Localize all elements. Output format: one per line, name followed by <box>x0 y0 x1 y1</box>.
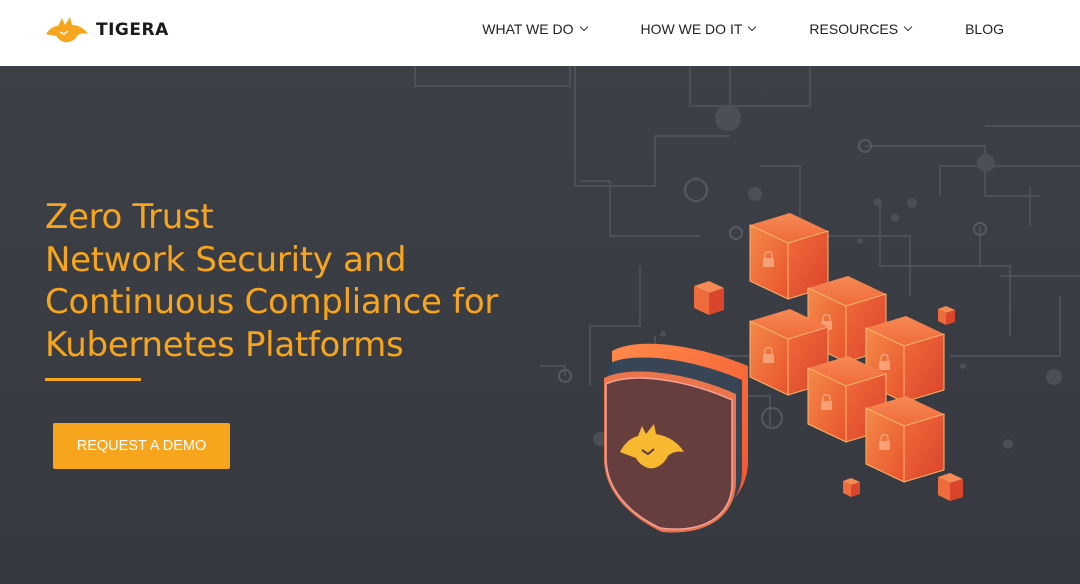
nav-blog[interactable]: BLOG <box>965 21 1004 37</box>
shield-icon <box>604 343 748 533</box>
nav-what-we-do[interactable]: WHAT WE DO <box>482 21 588 37</box>
request-demo-button[interactable]: REQUEST A DEMO <box>53 423 230 469</box>
top-nav-bar: TIGERA WHAT WE DO HOW WE DO IT RESOURCES… <box>0 0 1080 66</box>
nav-resources[interactable]: RESOURCES <box>809 21 913 37</box>
hero-headline: Zero Trust Network Security and Continuo… <box>45 196 498 366</box>
headline-line: Kubernetes Platforms <box>45 324 404 365</box>
chevron-down-icon <box>748 22 757 32</box>
nav-how-we-do-it[interactable]: HOW WE DO IT <box>641 21 757 37</box>
brand-logo[interactable]: TIGERA <box>44 14 169 46</box>
headline-underline-divider <box>45 378 141 381</box>
tiger-logo-icon <box>46 17 88 43</box>
chevron-down-icon <box>579 22 588 32</box>
headline-line: Zero Trust <box>45 197 214 237</box>
headline-line: Continuous Compliance for <box>45 282 499 322</box>
headline-line: Network Security and <box>45 239 407 280</box>
hero-section: Zero Trust Network Security and Continuo… <box>0 66 1080 584</box>
main-nav: WHAT WE DO HOW WE DO IT RESOURCES BLOG <box>482 0 1004 58</box>
chevron-down-icon <box>903 22 913 32</box>
brand-name: TIGERA <box>96 20 169 40</box>
